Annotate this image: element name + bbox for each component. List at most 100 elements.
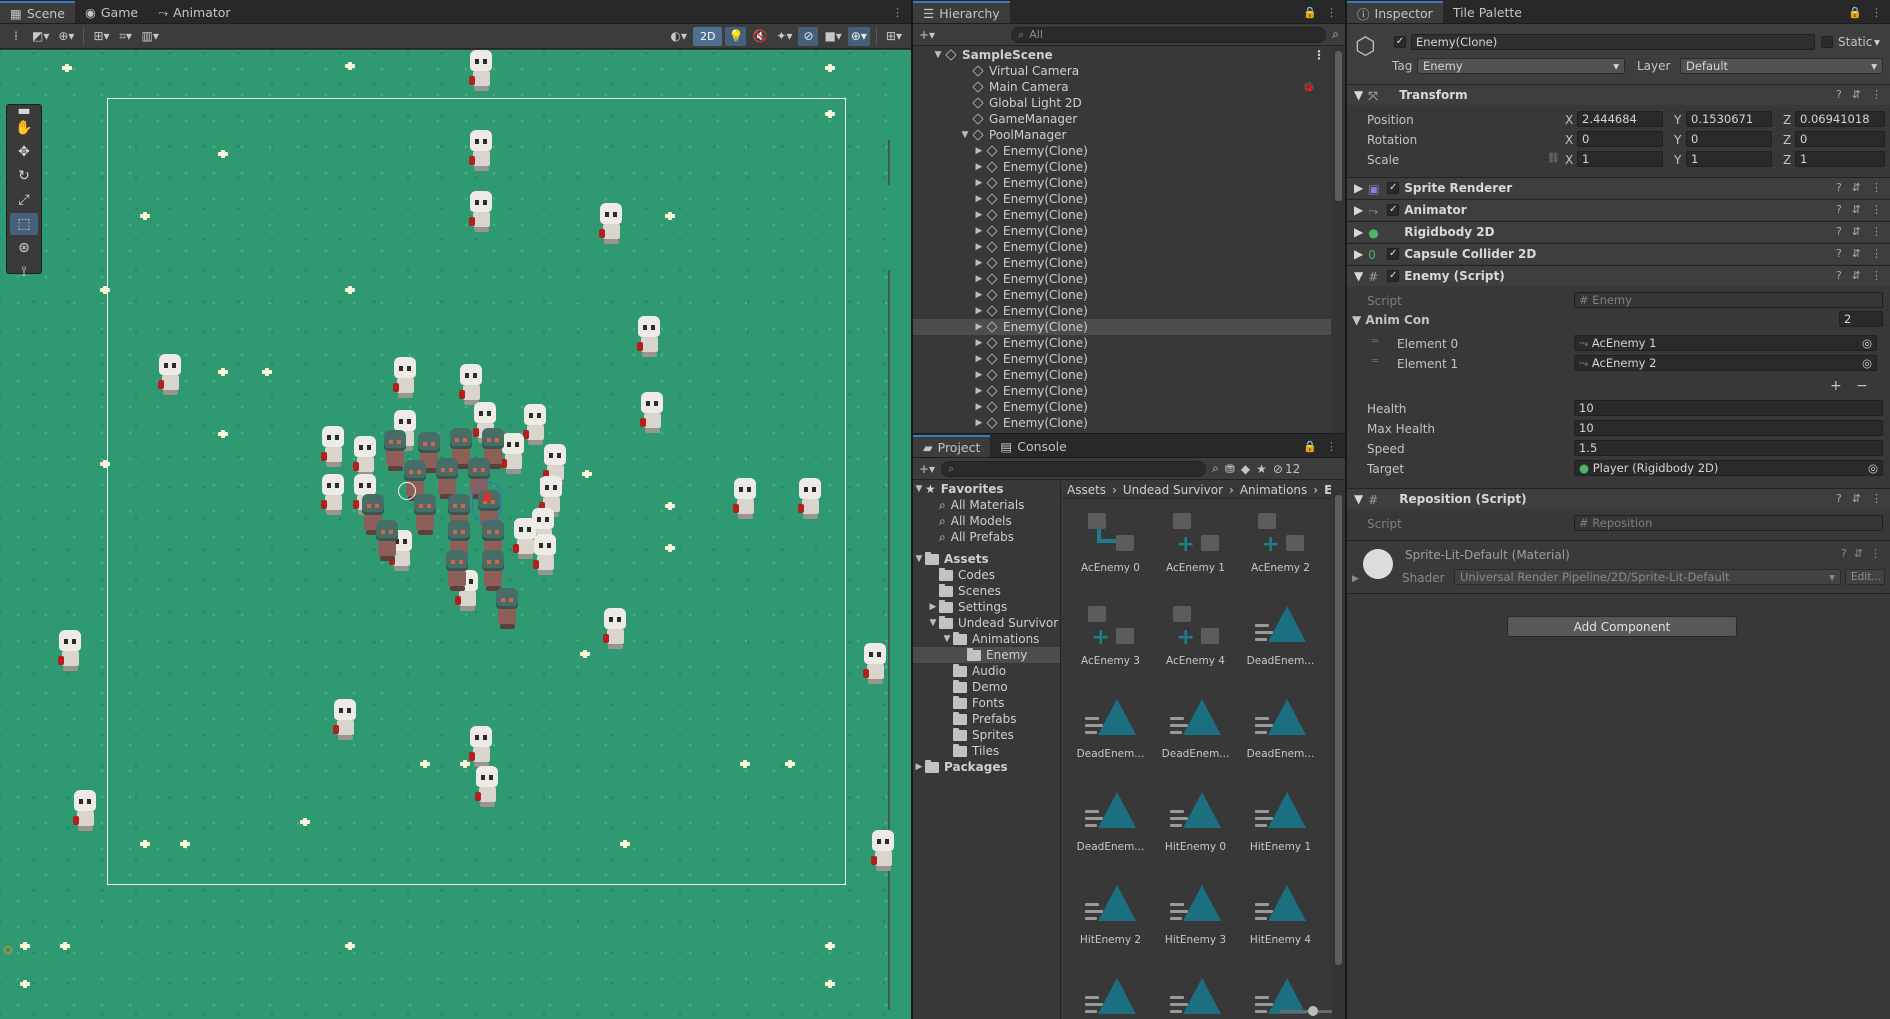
element-object-field[interactable]: ⤳ AcEnemy 2 ◎ <box>1574 355 1877 371</box>
help-icon[interactable]: ? <box>1836 181 1842 194</box>
hierarchy-scene-row[interactable]: ▼ SampleScene ⋮ <box>913 47 1331 63</box>
hierarchy-item-enemy-clone[interactable]: ▶ Enemy(Clone) <box>913 255 1331 271</box>
foldout-arrow-icon[interactable]: ▶ <box>973 178 985 188</box>
lock-icon[interactable]: 🔒 <box>1848 6 1862 19</box>
favorites-item[interactable]: ⌕ All Materials <box>913 497 1060 513</box>
object-picker-icon[interactable]: ◎ <box>1868 461 1878 475</box>
rotation-y-field[interactable]: 0 <box>1686 131 1772 147</box>
component-header[interactable]: ▶ ⤳ ✓ Animator? ⇵ ⋮ <box>1347 199 1890 220</box>
foldout-arrow-icon[interactable]: ▶ <box>1352 574 1359 584</box>
component-header[interactable]: ▶ ▣ ✓ Sprite Renderer? ⇵ ⋮ <box>1347 177 1890 198</box>
foldout-arrow-icon[interactable]: ▼ <box>941 634 953 644</box>
health-field[interactable]: 10 <box>1574 400 1883 416</box>
move-tool-icon[interactable]: ✥ <box>10 141 38 163</box>
position-z-field[interactable]: 0.06941018 <box>1795 111 1885 127</box>
undead-subfolder[interactable]: Audio <box>913 663 1060 679</box>
foldout-arrow-icon[interactable]: ▶ <box>973 338 985 348</box>
hierarchy-item-enemy-clone[interactable]: ▶ Enemy(Clone) <box>913 239 1331 255</box>
help-icon[interactable]: ? <box>1836 247 1842 260</box>
foldout-arrow-icon[interactable]: ▶ <box>973 162 985 172</box>
static-checkbox[interactable] <box>1821 36 1833 48</box>
hierarchy-item-enemy-clone[interactable]: ▶ Enemy(Clone) <box>913 367 1331 383</box>
foldout-arrow-icon[interactable]: ▶ <box>927 602 939 612</box>
packages-folder-row[interactable]: ▶ Packages <box>913 759 1060 775</box>
transform-header[interactable]: ▼ ⤧ Transform ? ⇵ ⋮ <box>1347 84 1890 105</box>
foldout-arrow-icon[interactable]: ▶ <box>1354 181 1363 195</box>
material-header-icons[interactable]: ? ⇵ ⋮ <box>1841 547 1881 560</box>
component-enabled-checkbox[interactable]: ✓ <box>1387 248 1400 260</box>
foldout-arrow-icon[interactable]: ▶ <box>973 194 985 204</box>
grid-snap-icon[interactable]: ⊞▾ <box>90 27 112 46</box>
breadcrumb-item[interactable]: Undead Survivor <box>1123 483 1223 497</box>
position-y-field[interactable]: 0.1530671 <box>1686 111 1772 127</box>
scale-x-field[interactable]: 1 <box>1577 151 1663 167</box>
foldout-arrow-icon[interactable]: ▶ <box>1354 225 1363 239</box>
breadcrumb-item[interactable]: Animations <box>1240 483 1307 497</box>
foldout-arrow-icon[interactable]: ▶ <box>973 354 985 364</box>
presets-icon[interactable]: ⇵ <box>1852 492 1861 505</box>
tab-project[interactable]: ▰ Project <box>913 435 991 457</box>
asset-item[interactable]: HitEnemy 1 <box>1238 784 1323 863</box>
assets-subfolder[interactable]: ▶ Settings <box>913 599 1060 615</box>
hand-tool-icon[interactable]: ✋ <box>10 117 38 139</box>
breadcrumb-item[interactable]: Enemy <box>1324 483 1331 497</box>
label-icon[interactable]: ◆ <box>1241 462 1250 476</box>
component-enabled-checkbox[interactable]: ✓ <box>1387 270 1400 282</box>
lighting-toggle-icon[interactable]: 💡 <box>725 26 747 46</box>
assets-subfolder[interactable]: Scenes <box>913 583 1060 599</box>
component-header[interactable]: ▶ ● Rigidbody 2D? ⇵ ⋮ <box>1347 221 1890 242</box>
asset-item[interactable]: + AcEnemy 3 <box>1068 598 1153 677</box>
hierarchy-item-enemy-clone[interactable]: ▶ Enemy(Clone) <box>913 383 1331 399</box>
breadcrumb-item[interactable]: Assets <box>1067 483 1106 497</box>
presets-icon[interactable]: ⇵ <box>1852 181 1861 194</box>
max-health-field[interactable]: 10 <box>1574 420 1883 436</box>
foldout-arrow-icon[interactable]: ▶ <box>973 258 985 268</box>
anim-con-foldout[interactable]: ▼ Anim Con <box>1352 313 1430 327</box>
object-name-field[interactable]: Enemy(Clone) <box>1411 34 1815 50</box>
undead-subfolder[interactable]: Enemy <box>913 647 1060 663</box>
asset-item[interactable]: HitEnemy 2 <box>1068 877 1153 956</box>
project-scrollbar[interactable] <box>1332 481 1345 1019</box>
reorder-handle-icon[interactable]: ═ <box>1372 356 1378 367</box>
foldout-arrow-icon[interactable]: ▶ <box>973 210 985 220</box>
hierarchy-search-input[interactable]: ⌕ All <box>1011 26 1327 43</box>
reposition-header[interactable]: ▼ # Reposition (Script) ? ⇵ ⋮ <box>1347 488 1890 509</box>
foldout-arrow-icon[interactable]: ▶ <box>1354 247 1363 261</box>
foldout-arrow-icon[interactable]: ▼ <box>1354 88 1363 102</box>
tab-hierarchy[interactable]: ☰ Hierarchy <box>913 1 1010 23</box>
speed-field[interactable]: 1.5 <box>1574 440 1883 456</box>
add-icon[interactable]: +▾ <box>919 28 935 42</box>
hierarchy-item-enemy-clone[interactable]: ▶ Enemy(Clone) <box>913 271 1331 287</box>
scale-z-field[interactable]: 1 <box>1795 151 1885 167</box>
tab-animator[interactable]: ⤳ Animator <box>148 2 241 23</box>
favorites-item[interactable]: ⌕ All Models <box>913 513 1060 529</box>
foldout-arrow-icon[interactable]: ▶ <box>973 274 985 284</box>
undead-subfolder[interactable]: ▼ Animations <box>913 631 1060 647</box>
shading-mode-icon[interactable]: ◐▾ <box>668 27 691 46</box>
anim-con-size-field[interactable]: 2 <box>1839 311 1883 327</box>
hierarchy-item-enemy-clone[interactable]: ▶ Enemy(Clone) <box>913 399 1331 415</box>
asset-item[interactable]: + AcEnemy 4 <box>1153 598 1238 677</box>
active-checkbox[interactable]: ✓ <box>1394 36 1406 48</box>
scale-y-field[interactable]: 1 <box>1686 151 1772 167</box>
increment-snap-icon[interactable]: ⌗▾ <box>116 27 136 46</box>
foldout-arrow-icon[interactable]: ▼ <box>913 484 925 494</box>
favorite-star-icon[interactable]: ★ <box>1256 462 1267 476</box>
tag-dropdown[interactable]: Enemy ▾ <box>1417 58 1625 74</box>
asset-item[interactable]: DeadEnem... <box>1068 691 1153 770</box>
remove-element-icon[interactable]: − <box>1856 378 1868 394</box>
hierarchy-item-enemy-clone[interactable]: ▶ Enemy(Clone) <box>913 303 1331 319</box>
undead-subfolder[interactable]: Fonts <box>913 695 1060 711</box>
foldout-arrow-icon[interactable]: ▶ <box>973 290 985 300</box>
asset-item[interactable]: DeadEnem... <box>1238 691 1323 770</box>
foldout-arrow-icon[interactable]: ▼ <box>959 130 971 140</box>
scene-viewport[interactable]: ▬ ✋ ✥ ↻ ⤢ ⬚ ⊛ ⟟ <box>0 50 911 1019</box>
static-dropdown-icon[interactable]: ▾ <box>1870 34 1884 50</box>
tab-inspector[interactable]: ⓘ Inspector <box>1347 1 1443 23</box>
reorder-handle-icon[interactable]: ═ <box>1372 336 1378 347</box>
help-icon[interactable]: ? <box>1836 203 1842 216</box>
rotation-x-field[interactable]: 0 <box>1577 131 1663 147</box>
foldout-arrow-icon[interactable]: ▶ <box>973 386 985 396</box>
camera-icon[interactable]: ■▾ <box>821 27 844 46</box>
rect-tool-icon[interactable]: ⬚ <box>10 213 38 235</box>
